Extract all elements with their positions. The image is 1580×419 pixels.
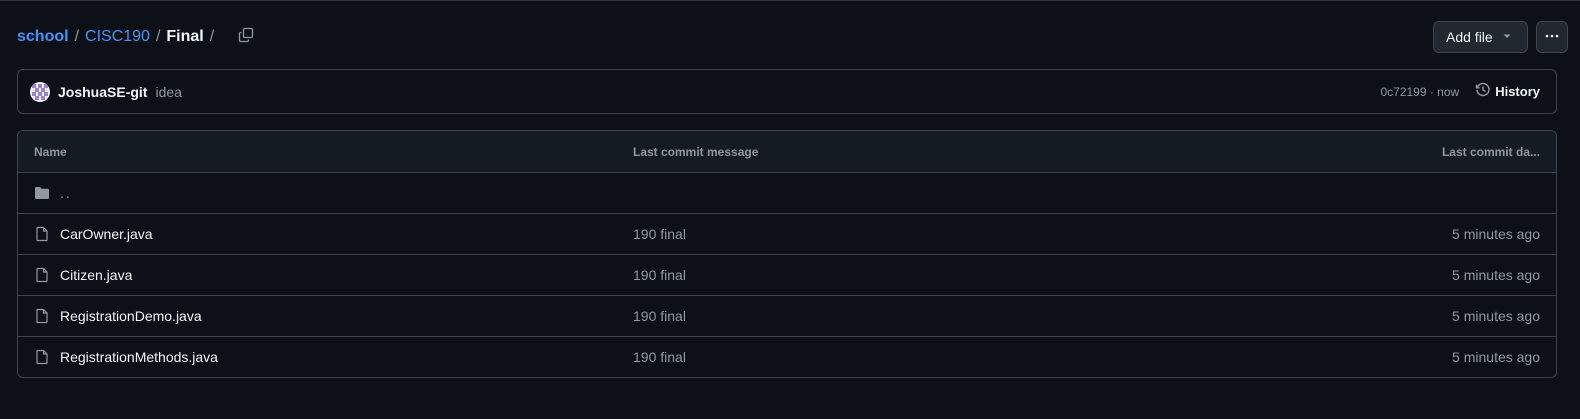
latest-commit-bar: JoshuaSE-git idea 0c72199 · now History [17, 69, 1557, 114]
file-link[interactable]: Citizen.java [60, 267, 132, 283]
file-icon [34, 226, 50, 242]
repo-file-browser: school / CISC190 / Final / Add file Josh… [0, 0, 1580, 419]
table-cell-name: RegistrationDemo.java [18, 308, 633, 324]
parent-directory-link[interactable]: .. [60, 185, 72, 201]
table-cell-date: 5 minutes ago [1452, 308, 1540, 324]
parent-directory-cell: .. [18, 185, 633, 201]
avatar[interactable] [30, 81, 50, 102]
table-cell-message[interactable]: 190 final [633, 226, 1133, 242]
breadcrumb-current: Final [166, 28, 204, 45]
breadcrumb-separator: / [155, 28, 161, 45]
table-cell-date: 5 minutes ago [1452, 349, 1540, 365]
breadcrumb-folder-link[interactable]: CISC190 [85, 21, 150, 53]
table-cell-date: 5 minutes ago [1452, 267, 1540, 283]
column-header-name: Name [34, 144, 67, 159]
column-header-date: Last commit da... [1441, 144, 1540, 159]
directory-header: school / CISC190 / Final / Add file [17, 21, 1568, 53]
file-link[interactable]: RegistrationMethods.java [60, 349, 218, 365]
file-icon [34, 349, 50, 365]
breadcrumb-repo-link[interactable]: school [17, 21, 69, 53]
commit-message[interactable]: idea [155, 84, 181, 100]
file-link[interactable]: RegistrationDemo.java [60, 308, 202, 324]
commit-author[interactable]: JoshuaSE-git [58, 84, 147, 100]
breadcrumb: school / CISC190 / Final / [17, 21, 220, 53]
breadcrumb-separator: / [209, 28, 215, 45]
table-cell-date: 5 minutes ago [1452, 226, 1540, 242]
file-icon [34, 267, 50, 283]
add-file-button[interactable]: Add file [1433, 21, 1528, 53]
header-actions: Add file [1433, 21, 1568, 53]
table-row[interactable]: Citizen.java 190 final 5 minutes ago [18, 255, 1556, 296]
file-table: Name Last commit message Last commit da.… [17, 130, 1557, 378]
history-icon [1475, 82, 1495, 101]
table-cell-name: RegistrationMethods.java [18, 349, 633, 365]
table-cell-message[interactable]: 190 final [633, 349, 1133, 365]
copy-icon [238, 27, 254, 48]
add-file-label: Add file [1446, 29, 1493, 45]
table-cell-name: Citizen.java [18, 267, 633, 283]
kebab-horizontal-icon [1544, 28, 1560, 47]
table-row[interactable]: RegistrationMethods.java 190 final 5 min… [18, 337, 1556, 377]
more-options-button[interactable] [1536, 21, 1568, 53]
history-label: History [1495, 84, 1540, 99]
history-button[interactable]: History [1475, 82, 1540, 101]
commit-sha-time[interactable]: 0c72199 · now [1380, 85, 1459, 99]
table-row[interactable]: CarOwner.java 190 final 5 minutes ago [18, 214, 1556, 255]
column-header-message: Last commit message [633, 144, 759, 159]
copy-path-button[interactable] [232, 23, 260, 51]
table-cell-message[interactable]: 190 final [633, 308, 1133, 324]
parent-directory-row[interactable]: .. [18, 173, 1556, 214]
folder-icon [34, 185, 50, 201]
file-link[interactable]: CarOwner.java [60, 226, 153, 242]
file-icon [34, 308, 50, 324]
commit-meta: 0c72199 · now History [1380, 82, 1540, 101]
table-row[interactable]: RegistrationDemo.java 190 final 5 minute… [18, 296, 1556, 337]
table-cell-message[interactable]: 190 final [633, 267, 1133, 283]
breadcrumb-separator: / [74, 28, 80, 45]
table-header: Name Last commit message Last commit da.… [18, 131, 1556, 173]
table-cell-name: CarOwner.java [18, 226, 633, 242]
triangle-down-icon [1499, 28, 1515, 47]
